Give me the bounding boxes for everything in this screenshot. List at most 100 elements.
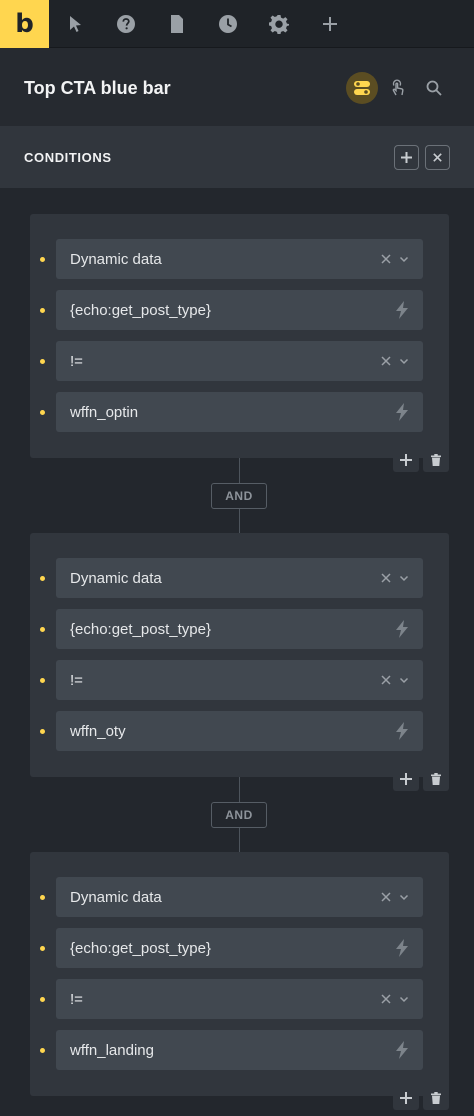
chevron-down-icon[interactable] <box>399 994 409 1004</box>
interactions-button[interactable] <box>382 72 414 104</box>
condition-bullet <box>40 359 45 364</box>
trash-icon <box>431 1092 441 1104</box>
condition-value: {echo:get_post_type} <box>70 939 211 957</box>
condition-value: wffn_optin <box>70 403 139 421</box>
connector-line <box>239 777 240 802</box>
clear-icon[interactable] <box>381 356 391 366</box>
pointer-icon <box>69 15 81 32</box>
condition-bullet <box>40 308 45 313</box>
condition-group: Dynamic data {echo:get_post_type} != wffn_o… <box>30 533 449 791</box>
chevron-down-icon[interactable] <box>399 254 409 264</box>
condition-row: Dynamic data <box>30 558 449 598</box>
condition-value: {echo:get_post_type} <box>70 301 211 319</box>
delete-group-button[interactable] <box>423 1086 449 1110</box>
condition-input[interactable]: {echo:get_post_type} <box>56 928 423 968</box>
connector-line <box>239 827 240 852</box>
trash-icon <box>431 454 441 466</box>
plus-icon <box>400 454 412 466</box>
condition-row: != <box>30 341 449 381</box>
condition-bullet <box>40 895 45 900</box>
condition-bullet <box>40 1048 45 1053</box>
condition-input[interactable]: {echo:get_post_type} <box>56 290 423 330</box>
delete-group-button[interactable] <box>423 448 449 472</box>
condition-row: Dynamic data <box>30 239 449 279</box>
dynamic-data-icon[interactable] <box>395 403 409 421</box>
condition-row: wffn_optin <box>30 392 449 432</box>
condition-row: wffn_landing <box>30 1030 449 1070</box>
and-connector[interactable]: AND <box>211 482 267 509</box>
add-icon <box>322 16 337 31</box>
condition-select[interactable]: Dynamic data <box>56 877 423 917</box>
close-icon <box>433 152 442 162</box>
page-icon <box>170 14 183 33</box>
condition-row: {echo:get_post_type} <box>30 290 449 330</box>
condition-value: != <box>70 352 83 370</box>
dynamic-data-icon[interactable] <box>395 620 409 638</box>
search-button[interactable] <box>418 72 450 104</box>
condition-group: Dynamic data {echo:get_post_type} != wffn_o… <box>30 214 449 472</box>
condition-value: != <box>70 990 83 1008</box>
history-icon <box>218 14 237 33</box>
condition-bullet <box>40 997 45 1002</box>
condition-value: != <box>70 671 83 689</box>
condition-select[interactable]: != <box>56 660 423 700</box>
delete-group-button[interactable] <box>423 767 449 791</box>
chevron-down-icon[interactable] <box>399 573 409 583</box>
dynamic-data-icon[interactable] <box>395 939 409 957</box>
condition-value: {echo:get_post_type} <box>70 620 211 638</box>
builder-logo[interactable]: b <box>0 0 49 48</box>
group-actions <box>389 1086 449 1110</box>
close-conditions-button[interactable] <box>425 144 450 170</box>
add-condition-button[interactable] <box>393 448 419 472</box>
page-title: Top CTA blue bar <box>24 77 171 98</box>
clear-icon[interactable] <box>381 254 391 264</box>
settings-button[interactable] <box>253 0 304 48</box>
condition-input[interactable]: wffn_oty <box>56 711 423 751</box>
pages-button[interactable] <box>151 0 202 48</box>
add-condition-set-button[interactable] <box>394 144 419 170</box>
condition-select[interactable]: Dynamic data <box>56 239 423 279</box>
add-condition-button[interactable] <box>393 1086 419 1110</box>
condition-row: Dynamic data <box>30 877 449 917</box>
condition-select[interactable]: Dynamic data <box>56 558 423 598</box>
chevron-down-icon[interactable] <box>399 892 409 902</box>
condition-group: Dynamic data {echo:get_post_type} != wffn_l… <box>30 852 449 1110</box>
chevron-down-icon[interactable] <box>399 675 409 685</box>
condition-select[interactable]: != <box>56 979 423 1019</box>
condition-select[interactable]: != <box>56 341 423 381</box>
condition-value: wffn_oty <box>70 722 126 740</box>
conditions-toggle-button[interactable] <box>346 72 378 104</box>
chevron-down-icon[interactable] <box>399 356 409 366</box>
clear-icon[interactable] <box>381 573 391 583</box>
dynamic-data-icon[interactable] <box>395 301 409 319</box>
add-condition-button[interactable] <box>393 767 419 791</box>
clear-icon[interactable] <box>381 675 391 685</box>
condition-value: Dynamic data <box>70 250 162 268</box>
group-actions <box>389 767 449 791</box>
clear-icon[interactable] <box>381 892 391 902</box>
connector-line <box>239 508 240 533</box>
help-button[interactable] <box>100 0 151 48</box>
trash-icon <box>431 773 441 785</box>
condition-row: wffn_oty <box>30 711 449 751</box>
condition-input[interactable]: wffn_optin <box>56 392 423 432</box>
condition-input[interactable]: {echo:get_post_type} <box>56 609 423 649</box>
dynamic-data-icon[interactable] <box>395 1041 409 1059</box>
condition-input[interactable]: wffn_landing <box>56 1030 423 1070</box>
add-element-button[interactable] <box>304 0 355 48</box>
plus-icon <box>400 1092 412 1104</box>
toggle-icon <box>354 81 370 95</box>
plus-icon <box>401 151 412 163</box>
condition-value: Dynamic data <box>70 888 162 906</box>
search-icon <box>426 80 442 96</box>
condition-bullet <box>40 576 45 581</box>
clear-icon[interactable] <box>381 994 391 1004</box>
and-connector[interactable]: AND <box>211 801 267 828</box>
condition-bullet <box>40 257 45 262</box>
pointer-tool-button[interactable] <box>49 0 100 48</box>
dynamic-data-icon[interactable] <box>395 722 409 740</box>
history-button[interactable] <box>202 0 253 48</box>
condition-bullet <box>40 627 45 632</box>
condition-bullet <box>40 410 45 415</box>
condition-row: != <box>30 660 449 700</box>
